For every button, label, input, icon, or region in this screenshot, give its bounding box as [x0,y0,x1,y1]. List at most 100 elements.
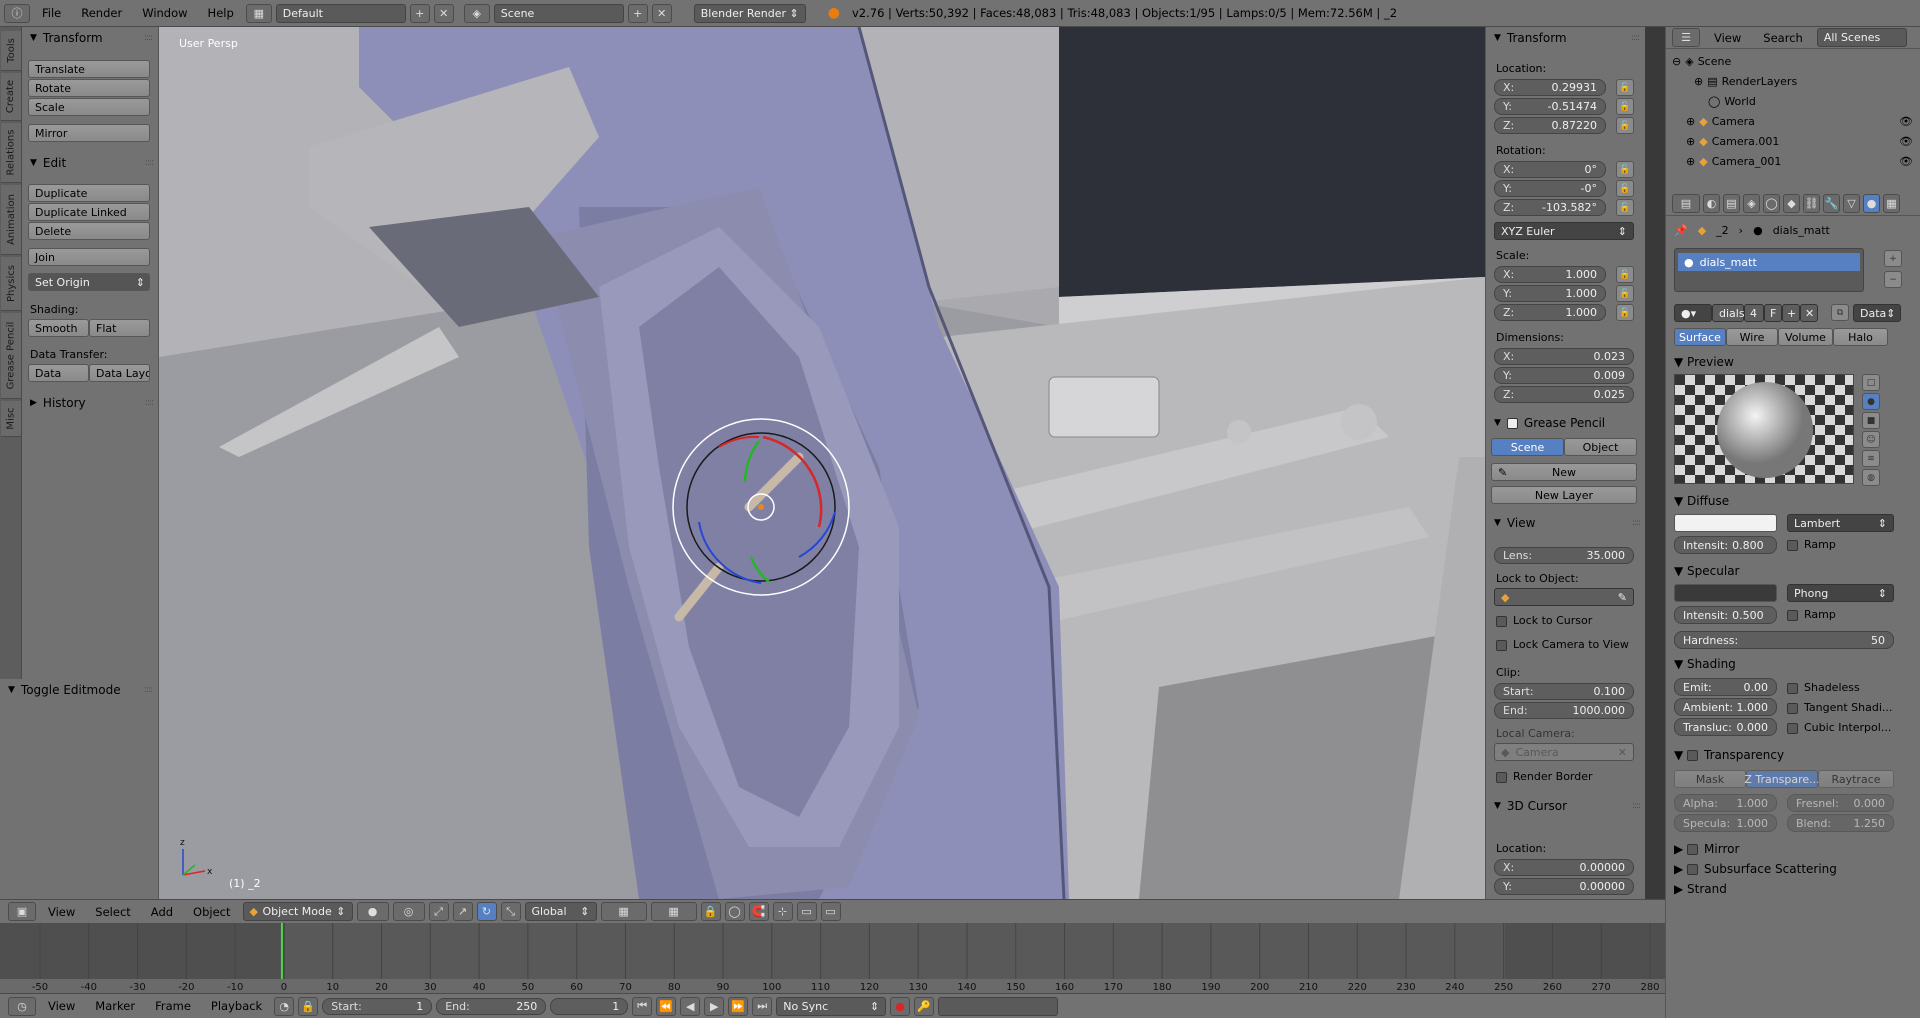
preview-sphere-icon[interactable]: ● [1862,393,1880,410]
gp-object-toggle[interactable]: Object [1564,438,1637,456]
rotation-mode-select[interactable]: XYZ Euler ⇕ [1494,222,1634,240]
preview-sky-icon[interactable]: ◍ [1862,469,1880,486]
menu-select[interactable]: Select [87,899,138,925]
play-reverse-icon[interactable]: ◀ [680,996,701,1016]
scene-field[interactable]: Scene [493,3,624,23]
scene-tab-icon[interactable]: ◈ [1743,194,1760,213]
lock-layers-icon[interactable]: 🔒 [700,902,721,921]
lens-field[interactable]: Lens: 35.000 [1494,547,1634,564]
lock-icon[interactable]: 🔓 [1616,161,1634,178]
jump-end-icon[interactable]: ⏭ [752,996,773,1016]
toggle-editmode-panel-header[interactable]: ▼ Toggle Editmode:::: [0,679,158,701]
3d-cursor-panel-header[interactable]: ▼ 3D Cursor:::: [1486,795,1645,817]
cursor-y-field[interactable]: Y: 0.00000 [1494,878,1634,895]
specular-ramp-checkbox[interactable] [1787,609,1798,621]
remove-layout-icon[interactable]: ✕ [433,3,454,23]
lock-icon[interactable]: 🔓 [1616,304,1634,321]
new-layer-button[interactable]: New Layer [1491,486,1637,504]
screen-layout-field[interactable]: Default [275,3,406,23]
tab-volume[interactable]: Volume [1778,328,1833,346]
visibility-eye-icon[interactable]: 👁 [1899,155,1913,168]
emit-field[interactable]: Emit: 0.00 [1674,678,1777,696]
jump-start-icon[interactable]: ⏮ [632,996,653,1016]
tab-wire[interactable]: Wire [1726,328,1778,346]
outliner-item-camera-001b[interactable]: ⊕ ◆ Camera_001 👁 [1666,151,1920,171]
constraints-tab-icon[interactable]: ⛓ [1803,194,1820,213]
object-tab-icon[interactable]: ◆ [1783,194,1800,213]
drag-grip-icon[interactable]: :::: [1632,801,1641,811]
current-frame-field[interactable]: 1 [550,997,629,1015]
menu-add[interactable]: Add [143,899,181,925]
location-z-field[interactable]: Z: 0.87220 [1494,117,1606,134]
layers-icon[interactable]: ▦ [650,902,697,921]
scale-x-field[interactable]: X: 1.000 [1494,266,1606,283]
fake-user-toggle[interactable]: F [1764,304,1782,322]
lock-icon[interactable]: 🔓 [1616,199,1634,216]
editor-type-icon[interactable]: ▤ [1672,194,1700,213]
pivot-point-icon[interactable]: ◎ [392,902,425,921]
link-mode-select[interactable]: Data ⇕ [1853,304,1901,322]
shading-panel-header[interactable]: ▼ Shading [1674,657,1736,671]
menu-render[interactable]: Render [73,0,130,26]
render-border-checkbox[interactable] [1496,771,1507,783]
eyedropper-icon[interactable]: ✎ [1618,591,1627,604]
expand-icon[interactable]: ⊕ [1694,75,1703,88]
mirror-panel-header[interactable]: ▶ Mirror [1674,842,1739,856]
rotation-x-field[interactable]: X: 0° [1494,161,1606,178]
gp-scene-toggle[interactable]: Scene [1491,438,1564,456]
drag-grip-icon[interactable]: :::: [145,398,154,408]
drag-grip-icon[interactable]: :::: [144,33,153,43]
shadeless-checkbox[interactable] [1787,682,1798,694]
visibility-eye-icon[interactable]: 👁 [1899,135,1913,148]
blend-field[interactable]: Blend: 1.250 [1787,814,1894,832]
alpha-field[interactable]: Alpha: 1.000 [1674,794,1777,812]
scale-y-field[interactable]: Y: 1.000 [1494,285,1606,302]
dimensions-z-field[interactable]: Z: 0.025 [1494,386,1634,403]
tab-grease-pencil[interactable]: Grease Pencil [1,313,21,399]
rotation-y-field[interactable]: Y: -0° [1494,180,1606,197]
previous-keyframe-icon[interactable]: ⏪ [656,996,677,1016]
record-icon[interactable]: ● [890,996,911,1016]
material-tab-icon[interactable]: ● [1863,194,1880,213]
translucency-field[interactable]: Transluc: 0.000 [1674,718,1777,736]
cubic-interpolation-checkbox[interactable] [1787,722,1798,734]
set-origin-dropdown[interactable]: Set Origin ⇕ [28,273,150,291]
tab-animation[interactable]: Animation [1,185,21,255]
lock-camera-option[interactable]: Lock Camera to View [1496,638,1629,651]
menu-object[interactable]: Object [185,899,238,925]
local-camera-field[interactable]: ◆ Camera ✕ [1494,743,1634,761]
opengl-render-animation-icon[interactable]: ▭ [820,902,841,921]
diffuse-ramp-checkbox[interactable] [1787,539,1798,551]
shadeless-option[interactable]: Shadeless [1787,681,1860,694]
diffuse-panel-header[interactable]: ▼ Diffuse [1674,494,1729,508]
layers-icon[interactable]: ▦ [600,902,647,921]
history-panel-header[interactable]: ▶ History:::: [22,392,159,414]
clip-start-field[interactable]: Start: 0.100 [1494,683,1634,700]
sss-panel-header[interactable]: ▶ Subsurface Scattering [1674,862,1837,876]
menu-help[interactable]: Help [200,0,242,26]
frame-start-field[interactable]: Start: 1 [322,997,433,1015]
dimensions-y-field[interactable]: Y: 0.009 [1494,367,1634,384]
preview-panel-header[interactable]: ▼ Preview [1674,355,1734,369]
visibility-eye-icon[interactable]: 👁 [1899,115,1913,128]
remove-scene-icon[interactable]: ✕ [651,3,672,23]
material-slot-row[interactable]: ● dials_matt [1678,253,1860,271]
tab-misc[interactable]: Misc [1,401,21,437]
transparency-panel-header[interactable]: ▼ Transparency [1674,748,1784,762]
gp-new-button[interactable]: ✎ New [1491,463,1637,481]
next-keyframe-icon[interactable]: ⏩ [728,996,749,1016]
expand-icon[interactable]: ⊕ [1686,115,1695,128]
z-transparency-button[interactable]: Z Transpare... [1744,770,1820,788]
duplicate-linked-button[interactable]: Duplicate Linked [28,203,150,221]
unlink-material-icon[interactable]: ✕ [1800,304,1818,322]
menu-file[interactable]: File [34,0,69,26]
lock-camera-checkbox[interactable] [1496,639,1507,651]
expand-icon[interactable]: ⊕ [1686,135,1695,148]
add-scene-icon[interactable]: + [627,3,648,23]
menu-frame[interactable]: Frame [147,993,199,1018]
render-border-option[interactable]: Render Border [1496,770,1593,783]
keying-set-field[interactable] [938,996,1059,1016]
transform-panel-header[interactable]: ▼ Transform:::: [22,27,158,49]
proportional-edit-icon[interactable]: ◯ [724,902,745,921]
editor-type-icon[interactable]: ☰ [1672,28,1700,47]
